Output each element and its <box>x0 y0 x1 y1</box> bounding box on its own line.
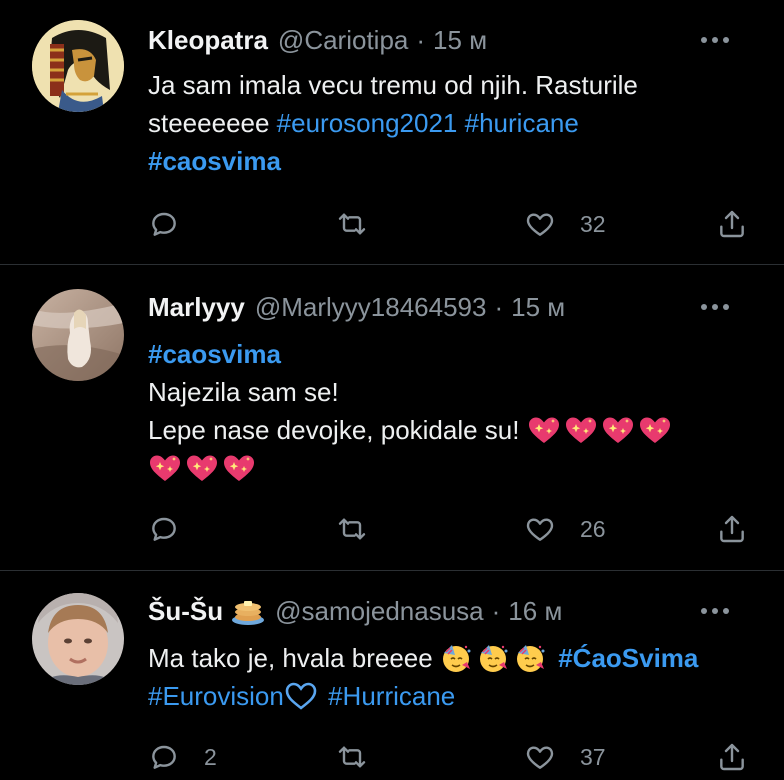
text-segment: Ma tako je, hvala breeee <box>148 643 440 673</box>
dot-separator: · <box>494 291 504 322</box>
timestamp[interactable]: 16 м <box>508 596 562 627</box>
partying-face-icon <box>514 643 548 673</box>
selfie-avatar-icon <box>32 593 124 685</box>
avatar[interactable] <box>32 593 124 685</box>
text-segment <box>321 681 328 711</box>
tweet-text-line: Najezila sam se! <box>148 373 764 411</box>
heart-icon <box>526 213 554 236</box>
heart-icon <box>526 746 554 769</box>
retweet-icon <box>338 746 366 768</box>
like-button[interactable]: 32 <box>524 204 606 244</box>
share-icon <box>720 515 744 543</box>
display-name[interactable]: Šu-Šu <box>148 596 223 627</box>
share-icon <box>720 210 744 238</box>
more-button[interactable] <box>700 593 730 629</box>
tweet-text-line: #caosvima <box>148 335 764 373</box>
reply-button[interactable]: 2 <box>148 737 217 777</box>
tweet-text-line: #Eurovision #Hurricane <box>148 677 764 715</box>
timestamp[interactable]: 15 м <box>511 292 565 323</box>
beach-photo-avatar-icon <box>32 289 124 381</box>
hashtag-link[interactable]: #Hurricane <box>328 681 455 711</box>
display-name[interactable]: Marlyyy <box>148 292 245 323</box>
tweet-text: Ja sam imala vecu tremu od njih. Rasturi… <box>148 66 764 180</box>
like-count: 26 <box>580 515 606 542</box>
tweet-text: #caosvima Najezila sam se! Lepe nase devoj… <box>148 335 764 487</box>
tweet-text-line: Ja sam imala vecu tremu od njih. Rasturi… <box>148 66 764 104</box>
reply-count: 2 <box>204 743 217 770</box>
blue-heart-icon <box>284 681 318 711</box>
user-handle[interactable]: @Cariotipa <box>278 25 408 56</box>
like-count: 32 <box>580 210 606 237</box>
retweet-icon <box>338 213 366 235</box>
reply-button[interactable] <box>148 509 204 549</box>
like-count: 37 <box>580 743 606 770</box>
dot-separator: · <box>416 24 426 55</box>
reply-icon <box>152 517 176 541</box>
sparkling-heart-icon <box>222 453 256 483</box>
text-segment: steeeeeee <box>148 108 277 138</box>
text-segment <box>457 108 464 138</box>
share-button[interactable] <box>716 509 748 549</box>
share-button[interactable] <box>716 737 748 777</box>
retweet-icon <box>338 518 366 540</box>
text-segment: Lepe nase devojke, pokidale su! <box>148 415 527 445</box>
retweet-button[interactable] <box>336 737 368 777</box>
like-button[interactable]: 26 <box>524 509 606 549</box>
user-handle[interactable]: @Marlyyy18464593 <box>255 292 487 323</box>
partying-face-icon <box>440 643 474 673</box>
text-segment: Najezila sam se! <box>148 377 339 407</box>
reply-button[interactable] <box>148 204 204 244</box>
user-handle[interactable]: @samojednasusa <box>275 596 484 627</box>
tweet-text-line <box>148 449 764 487</box>
action-bar: 26 <box>148 509 758 549</box>
sparkling-heart-icon <box>185 453 219 483</box>
timestamp[interactable]: 15 м <box>433 25 487 56</box>
tweet-text-line: Lepe nase devojke, pokidale su! <box>148 411 764 449</box>
hashtag-link[interactable]: #ĆaoSvima <box>558 643 698 673</box>
tweet-card[interactable]: Šu-Šu @samojednasusa · 16 м Ma tako je, … <box>0 571 784 780</box>
avatar[interactable] <box>32 289 124 381</box>
tweet-text-line: Ma tako je, hvala breeee #ĆaoSvima <box>148 639 764 677</box>
pancakes-icon <box>231 596 265 626</box>
dot-separator: · <box>491 595 501 626</box>
more-icon <box>701 304 729 310</box>
action-bar: 32 <box>148 204 758 244</box>
tweet-card[interactable]: Kleopatra @Cariotipa · 15 м Ja sam imala… <box>0 0 784 264</box>
avatar[interactable] <box>32 20 124 112</box>
hashtag-link[interactable]: #eurosong2021 <box>277 108 458 138</box>
like-button[interactable]: 37 <box>524 737 606 777</box>
hashtag-link[interactable]: #huricane <box>465 108 579 138</box>
heart-icon <box>526 518 554 541</box>
tweet-text-line: #caosvima <box>148 142 764 180</box>
share-button[interactable] <box>716 204 748 244</box>
sparkling-heart-icon <box>148 453 182 483</box>
tweet-text: Ma tako je, hvala breeee #ĆaoSvima #Eurov… <box>148 639 764 715</box>
display-name[interactable]: Kleopatra <box>148 25 268 56</box>
partying-face-icon <box>477 643 511 673</box>
hashtag-link[interactable]: #caosvima <box>148 339 281 369</box>
tweet-card[interactable]: Marlyyy @Marlyyy18464593 · 15 м #caosvim… <box>0 265 784 570</box>
more-button[interactable] <box>700 22 730 58</box>
reply-icon <box>152 212 176 236</box>
retweet-button[interactable] <box>336 509 368 549</box>
retweet-button[interactable] <box>336 204 368 244</box>
text-segment: Ja sam imala vecu tremu od njih. Rasturi… <box>148 70 638 100</box>
sparkling-heart-icon <box>564 415 598 445</box>
sparkling-heart-icon <box>527 415 561 445</box>
sparkling-heart-icon <box>638 415 672 445</box>
more-icon <box>701 608 729 614</box>
action-bar: 2 37 <box>148 737 758 777</box>
reply-icon <box>152 745 176 769</box>
tweet-text-line: steeeeeee #eurosong2021 #huricane <box>148 104 764 142</box>
sparkling-heart-icon <box>601 415 635 445</box>
hashtag-link[interactable]: #Eurovision <box>148 681 284 711</box>
more-icon <box>701 37 729 43</box>
hashtag-link[interactable]: #caosvima <box>148 146 281 176</box>
cleopatra-avatar-icon <box>32 20 124 112</box>
share-icon <box>720 743 744 771</box>
more-button[interactable] <box>700 289 730 325</box>
